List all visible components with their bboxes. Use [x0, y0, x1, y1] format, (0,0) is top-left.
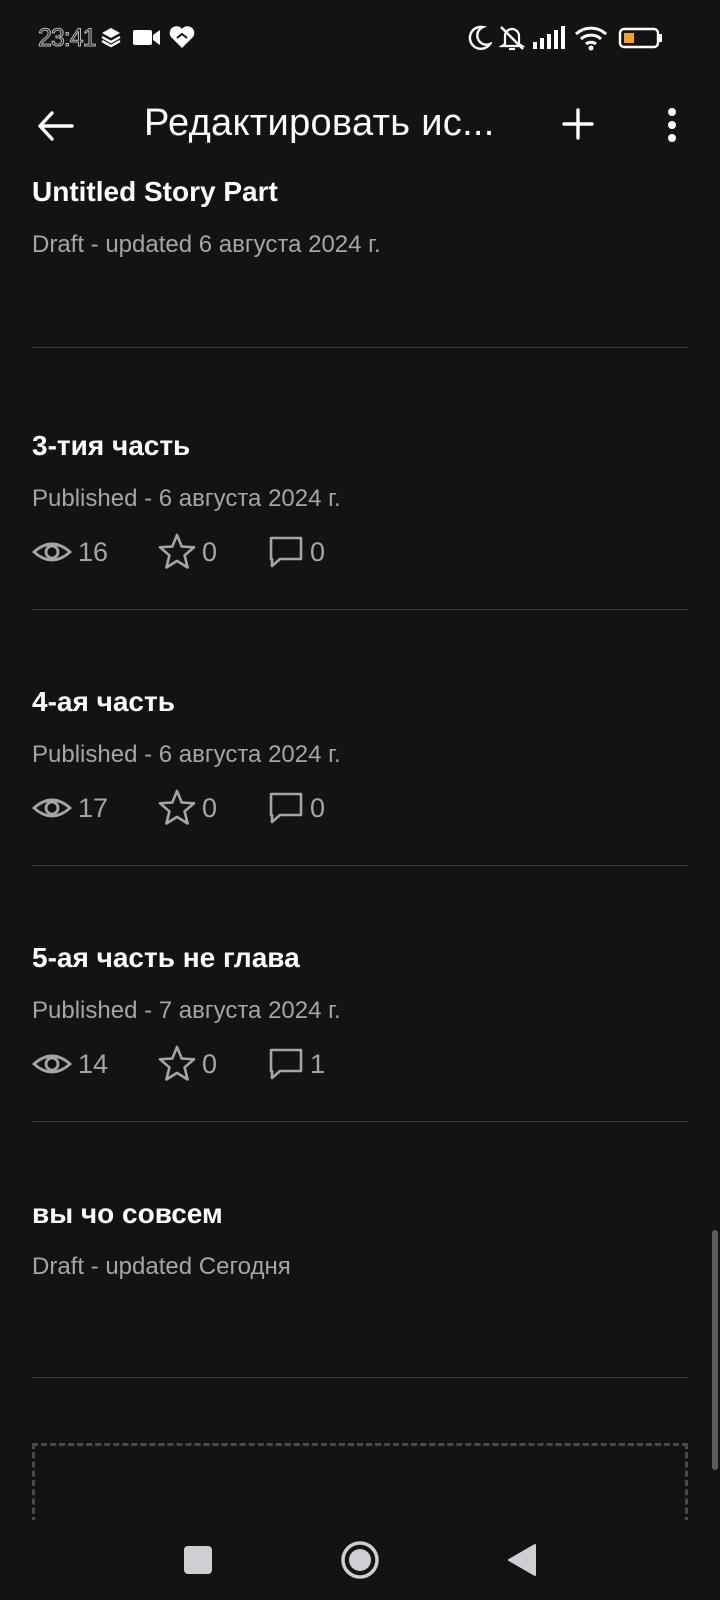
recents-square-icon — [184, 1546, 212, 1574]
part-title: 4-ая часть — [32, 686, 175, 717]
part-status: Published - 7 августа 2024 г. — [32, 997, 341, 1024]
comments-count: 1 — [310, 1048, 326, 1079]
signal-icon — [532, 24, 568, 57]
scrollbar[interactable] — [712, 1230, 718, 1470]
views-count: 16 — [78, 536, 109, 567]
star-icon — [158, 533, 196, 569]
comments-stat: 1 — [268, 1044, 325, 1084]
part-stats: 14 0 1 — [32, 1044, 432, 1084]
comments-stat: 0 — [268, 532, 325, 572]
star-icon — [158, 1045, 196, 1081]
views-count: 14 — [78, 1048, 109, 1079]
recents-button[interactable] — [174, 1536, 222, 1584]
comments-count: 0 — [310, 536, 326, 567]
eye-icon — [32, 798, 72, 818]
heart-icon — [168, 24, 196, 55]
comments-count: 0 — [310, 792, 326, 823]
status-time: 23:41 — [38, 24, 98, 53]
part-status: Draft - updated Сегодня — [32, 1253, 291, 1280]
eye-icon — [32, 542, 72, 562]
screen: 23:41 9 Редактировать ис... Untitled Sto… — [0, 0, 720, 1600]
story-part-item[interactable]: 4-ая часть Published - 6 августа 2024 г.… — [32, 610, 688, 866]
views-stat: 14 — [32, 1044, 108, 1084]
views-count: 17 — [78, 792, 109, 823]
layers-icon — [100, 24, 122, 55]
votes-stat: 0 — [158, 532, 217, 572]
new-part-placeholder[interactable] — [32, 1443, 688, 1523]
story-part-item[interactable]: вы чо совсем Draft - updated Сегодня — [32, 1122, 688, 1378]
moon-icon — [466, 24, 494, 57]
part-status: Draft - updated 6 августа 2024 г. — [32, 231, 381, 258]
comment-icon — [269, 792, 303, 824]
story-part-item[interactable]: 5-ая часть не глава Published - 7 август… — [32, 866, 688, 1122]
home-circle-icon — [341, 1541, 379, 1579]
votes-stat: 0 — [158, 1044, 217, 1084]
back-triangle-icon — [508, 1544, 536, 1576]
video-icon — [132, 24, 162, 55]
votes-stat: 0 — [158, 788, 217, 828]
story-part-item[interactable]: Untitled Story Part Draft - updated 6 ав… — [32, 92, 688, 348]
part-stats: 16 0 0 — [32, 532, 432, 572]
part-stats: 17 0 0 — [32, 788, 432, 828]
comment-icon — [269, 536, 303, 568]
views-stat: 17 — [32, 788, 108, 828]
part-title: 5-ая часть не глава — [32, 942, 300, 973]
home-button[interactable] — [336, 1536, 384, 1584]
system-back-button[interactable] — [498, 1536, 546, 1584]
comment-icon — [269, 1048, 303, 1080]
wifi-icon — [574, 24, 608, 57]
part-status: Published - 6 августа 2024 г. — [32, 741, 341, 768]
part-title: вы чо совсем — [32, 1198, 223, 1229]
votes-count: 0 — [202, 792, 218, 823]
part-title: Untitled Story Part — [32, 176, 278, 207]
battery-level: 9 — [638, 31, 645, 46]
eye-icon — [32, 1054, 72, 1074]
star-icon — [158, 789, 196, 825]
part-title: 3-тия часть — [32, 430, 191, 461]
bell-off-icon — [498, 24, 526, 57]
votes-count: 0 — [202, 536, 218, 567]
battery-icon: 9 — [618, 24, 664, 57]
comments-stat: 0 — [268, 788, 325, 828]
views-stat: 16 — [32, 532, 108, 572]
part-status: Published - 6 августа 2024 г. — [32, 485, 341, 512]
story-part-item[interactable]: 3-тия часть Published - 6 августа 2024 г… — [32, 354, 688, 610]
votes-count: 0 — [202, 1048, 218, 1079]
status-bar: 23:41 9 — [0, 0, 720, 80]
system-nav-bar — [0, 1520, 720, 1600]
